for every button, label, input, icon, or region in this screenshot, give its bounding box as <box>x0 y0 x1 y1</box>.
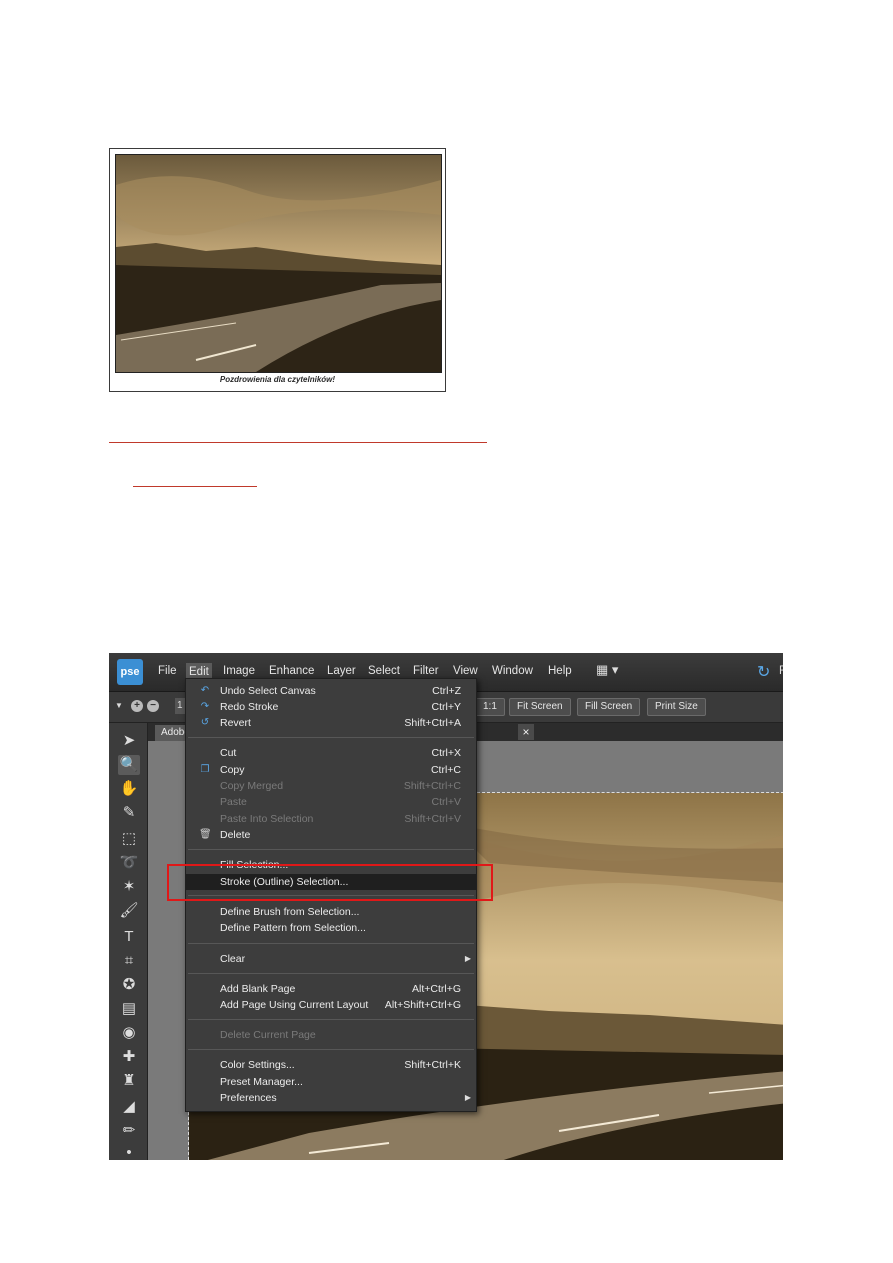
menu-separator <box>188 973 474 974</box>
menu-item-undo[interactable]: ↶ Undo Select Canvas Ctrl+Z <box>186 683 476 699</box>
menu-separator <box>188 737 474 738</box>
tool-preset-dropdown-icon[interactable]: ▼ <box>115 701 123 710</box>
menu-window[interactable]: Window <box>492 665 533 677</box>
menu-help[interactable]: Help <box>548 665 572 677</box>
sepia-road-photo <box>115 154 442 373</box>
menu-item-revert[interactable]: ↺ Revert Shift+Ctrl+A <box>186 715 476 731</box>
close-icon[interactable]: × <box>518 724 534 740</box>
menu-item-preferences[interactable]: Preferences ▶ <box>186 1090 476 1106</box>
magic-wand-icon[interactable]: ✶ <box>118 877 140 897</box>
move-tool-icon[interactable]: ➤ <box>118 731 140 751</box>
menu-item-delete-current-page: Delete Current Page <box>220 1029 316 1041</box>
menu-item-copy-merged: Copy Merged Shift+Ctrl+C <box>220 780 461 792</box>
menu-enhance[interactable]: Enhance <box>269 665 314 677</box>
print-size-button[interactable]: Print Size <box>647 698 706 716</box>
menu-item-clear[interactable]: Clear ▶ <box>186 951 476 967</box>
menu-separator <box>188 849 474 850</box>
menu-select[interactable]: Select <box>368 665 400 677</box>
truncated-menu-label: F <box>779 665 783 677</box>
layout-icon[interactable]: ▦ ▾ <box>596 662 626 682</box>
lasso-tool-icon[interactable]: ➰ <box>118 853 140 873</box>
menu-item-add-blank-page[interactable]: Add Blank Page Alt+Ctrl+G <box>186 981 476 997</box>
hand-tool-icon[interactable]: ✋ <box>118 779 140 799</box>
brush-tool-icon[interactable]: • <box>118 1143 140 1160</box>
submenu-arrow-icon: ▶ <box>464 954 471 963</box>
undo-icon: ↶ <box>200 685 210 696</box>
menu-item-color-settings[interactable]: Color Settings... Shift+Ctrl+K <box>186 1057 476 1073</box>
menu-item-preset-manager[interactable]: Preset Manager... <box>186 1074 476 1090</box>
cookie-cutter-icon[interactable]: ✪ <box>118 975 140 995</box>
menu-layer[interactable]: Layer <box>327 665 356 677</box>
hyperlink-underline[interactable] <box>133 474 257 487</box>
straighten-tool-icon[interactable]: ▤ <box>118 999 140 1019</box>
fit-screen-button[interactable]: Fit Screen <box>509 698 571 716</box>
menu-item-define-pattern[interactable]: Define Pattern from Selection... <box>186 920 476 936</box>
pse-logo: pse <box>117 659 143 685</box>
zoom-tool-icon[interactable]: 🔍 <box>118 755 140 775</box>
redo-icon: ↷ <box>200 701 210 712</box>
fill-screen-button[interactable]: Fill Screen <box>577 698 641 716</box>
menu-item-paste-into-selection: Paste Into Selection Shift+Ctrl+V <box>220 813 461 825</box>
menu-separator <box>188 1019 474 1020</box>
type-tool-icon[interactable]: T <box>118 927 140 947</box>
crop-tool-icon[interactable]: ⌗ <box>118 951 140 971</box>
photo-caption: Pozdrowienia dla czytelników! <box>219 375 336 384</box>
submenu-arrow-icon: ▶ <box>464 1093 471 1102</box>
eraser-tool-icon[interactable]: ◢ <box>118 1097 140 1117</box>
pencil-tool-icon[interactable]: ✏ <box>118 1121 140 1141</box>
marquee-tool-icon[interactable]: ⬚ <box>118 829 140 849</box>
photo-card: Pozdrowienia dla czytelników! <box>109 148 446 392</box>
menu-filter[interactable]: Filter <box>413 665 439 677</box>
clone-stamp-icon[interactable]: ♜ <box>118 1071 140 1091</box>
healing-brush-icon[interactable]: ✚ <box>118 1047 140 1067</box>
menu-separator <box>188 943 474 944</box>
revert-icon: ↺ <box>200 717 210 728</box>
menu-item-add-page-layout[interactable]: Add Page Using Current Layout Alt+Shift+C… <box>186 997 476 1013</box>
menu-view[interactable]: View <box>453 665 478 677</box>
pse-screenshot: pse File Edit Image Enhance Layer Select… <box>109 653 783 1160</box>
hyperlink-underline[interactable] <box>109 430 487 443</box>
trash-icon: 🗑 <box>199 829 212 840</box>
menu-separator <box>188 1049 474 1050</box>
menu-image[interactable]: Image <box>223 665 255 677</box>
zoom-out-icon[interactable]: − <box>147 700 159 712</box>
red-eye-tool-icon[interactable]: ◉ <box>118 1023 140 1043</box>
menu-item-copy[interactable]: ❐ Copy Ctrl+C <box>186 762 476 778</box>
zoom-in-icon[interactable]: + <box>131 700 143 712</box>
copy-icon: ❐ <box>200 764 210 775</box>
menu-item-define-brush[interactable]: Define Brush from Selection... <box>186 904 476 920</box>
menu-item-redo[interactable]: ↷ Redo Stroke Ctrl+Y <box>186 699 476 715</box>
selection-brush-icon[interactable]: 🖌 <box>118 901 140 921</box>
menu-item-cut[interactable]: Cut Ctrl+X <box>186 745 476 761</box>
toolbox: ➤ 🔍 ✋ ✎ ⬚ ➰ ✶ 🖌 T ⌗ ✪ ▤ ◉ ✚ ♜ ◢ ✏ • <box>109 723 148 1160</box>
refresh-icon[interactable]: ↻ <box>757 662 770 682</box>
eyedropper-icon[interactable]: ✎ <box>118 803 140 823</box>
highlight-annotation-box <box>167 864 493 901</box>
menu-item-paste: Paste Ctrl+V <box>220 796 461 808</box>
menu-file[interactable]: File <box>158 665 177 677</box>
menu-item-delete[interactable]: 🗑 Delete <box>186 827 476 843</box>
actual-pixels-button[interactable]: 1:1 <box>475 698 505 716</box>
